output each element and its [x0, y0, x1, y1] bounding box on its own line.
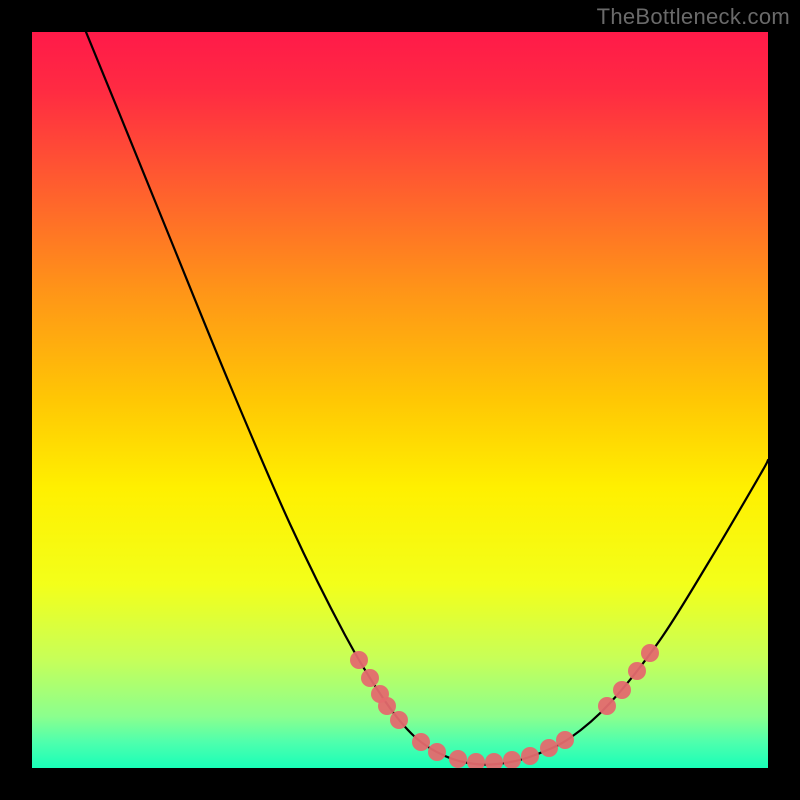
data-marker — [556, 731, 574, 749]
data-marker — [540, 739, 558, 757]
data-marker — [361, 669, 379, 687]
bottleneck-chart — [0, 0, 800, 800]
data-marker — [390, 711, 408, 729]
watermark-label: TheBottleneck.com — [597, 4, 790, 30]
data-marker — [350, 651, 368, 669]
data-marker — [412, 733, 430, 751]
data-marker — [503, 751, 521, 769]
data-marker — [521, 747, 539, 765]
data-marker — [613, 681, 631, 699]
data-marker — [378, 697, 396, 715]
data-marker — [449, 750, 467, 768]
data-marker — [628, 662, 646, 680]
data-marker — [428, 743, 446, 761]
data-marker — [598, 697, 616, 715]
data-marker — [641, 644, 659, 662]
chart-container: TheBottleneck.com — [0, 0, 800, 800]
